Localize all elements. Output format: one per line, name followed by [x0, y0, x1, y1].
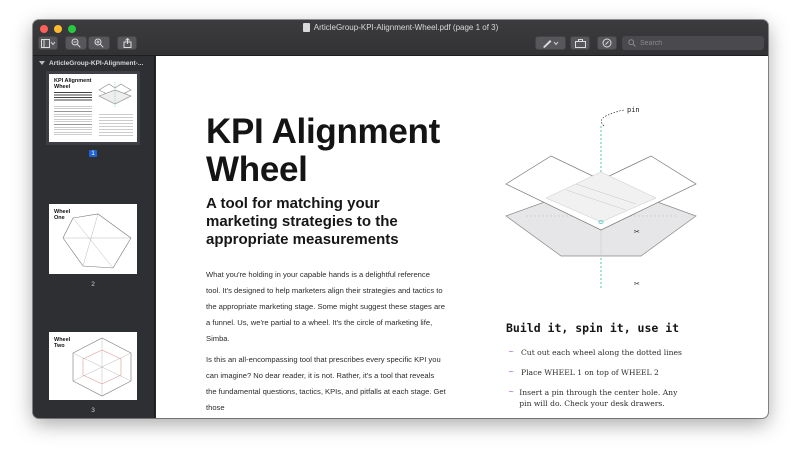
page-thumbnail-1[interactable]: KPI Alignment Wheel 1 [46, 71, 140, 157]
pen-icon [542, 39, 558, 48]
thumb-1-wheel-icon [98, 82, 132, 108]
page-thumbnail-2[interactable]: Wheel One 2 [49, 204, 137, 288]
markup-pen-button[interactable] [535, 36, 566, 50]
page-number-1: 1 [89, 150, 97, 157]
step-1: ~ Cut out each wheel along the dotted li… [508, 347, 738, 358]
thumb-1-body-lines [54, 106, 92, 136]
thumbnail-page-2[interactable]: Wheel One [49, 204, 137, 274]
page-thumbnail-3[interactable]: Wheel Two 3 [49, 332, 137, 414]
thumbnail-page-3[interactable]: Wheel Two [49, 332, 137, 400]
build-heading: Build it, spin it, use it [506, 321, 680, 335]
zoom-in-icon [94, 38, 104, 48]
share-button[interactable] [117, 36, 137, 50]
thumb-1-title: KPI Alignment Wheel [54, 78, 92, 90]
step-2-marker: ~ [508, 367, 515, 376]
sidebar-file-name: ArticleGroup-KPI-Alignment-... [49, 59, 144, 67]
thumbnail-sidebar: ArticleGroup-KPI-Alignment-... KPI Align… [33, 56, 155, 418]
svg-text:✂: ✂ [634, 228, 640, 236]
sidebar-file-header[interactable]: ArticleGroup-KPI-Alignment-... [33, 56, 154, 70]
share-icon [123, 38, 131, 48]
thumbnail-page-1[interactable]: KPI Alignment Wheel [46, 71, 140, 145]
window-title-text: ArticleGroup-KPI-Alignment-Wheel.pdf (pa… [313, 23, 499, 32]
search-input[interactable] [640, 39, 750, 47]
step-2-text: Place WHEEL 1 on top of WHEEL 2 [521, 368, 659, 377]
thumb-1-subtitle-lines [54, 92, 92, 102]
sidebar-icon [41, 38, 55, 48]
step-3-text: Insert a pin through the center hole. An… [519, 388, 678, 408]
toolbox-button[interactable] [570, 36, 590, 50]
sidebar-toggle-button[interactable] [38, 36, 58, 50]
zoom-out-icon [71, 38, 81, 48]
page-title: KPI Alignment Wheel [206, 112, 440, 189]
pin-label: pin [627, 106, 640, 114]
page-subtitle: A tool for matching your marketing strat… [206, 195, 399, 248]
window-title: ArticleGroup-KPI-Alignment-Wheel.pdf (pa… [33, 23, 768, 32]
zoom-in-button[interactable] [88, 36, 110, 50]
step-1-text: Cut out each wheel along the dotted line… [521, 348, 682, 357]
document-page: KPI Alignment Wheel A tool for matching … [156, 56, 768, 418]
step-3-marker: ~ [508, 387, 515, 396]
disclosure-triangle-icon[interactable] [39, 61, 45, 65]
thumb-3-hexagon-icon [72, 337, 132, 397]
pdf-document-icon [302, 23, 310, 32]
thumb-2-wheel-icon [62, 213, 132, 269]
intro-paragraph: What you're holding in your capable hand… [206, 270, 445, 343]
search-icon [628, 39, 636, 47]
step-2: ~ Place WHEEL 1 on top of WHEEL 2 [508, 367, 738, 378]
step-1-marker: ~ [508, 347, 515, 356]
toolbox-icon [574, 38, 586, 48]
annotate-button[interactable] [597, 36, 617, 50]
zoom-out-button[interactable] [65, 36, 87, 50]
step-3: ~ Insert a pin through the center hole. … [508, 387, 688, 409]
preview-window: ArticleGroup-KPI-Alignment-Wheel.pdf (pa… [33, 20, 768, 418]
search-field[interactable] [622, 36, 764, 50]
page-number-3: 3 [91, 407, 95, 414]
wheel-assembly-illustration: pin ✂ ✂ [505, 106, 697, 288]
thumb-1-steps-lines [99, 114, 133, 136]
second-paragraph: Is this an all-encompassing tool that pr… [206, 355, 446, 412]
svg-text:✂: ✂ [634, 280, 640, 288]
title-bar: ArticleGroup-KPI-Alignment-Wheel.pdf (pa… [33, 20, 768, 56]
page-number-2: 2 [91, 281, 95, 288]
annotate-circle-icon [602, 38, 612, 48]
